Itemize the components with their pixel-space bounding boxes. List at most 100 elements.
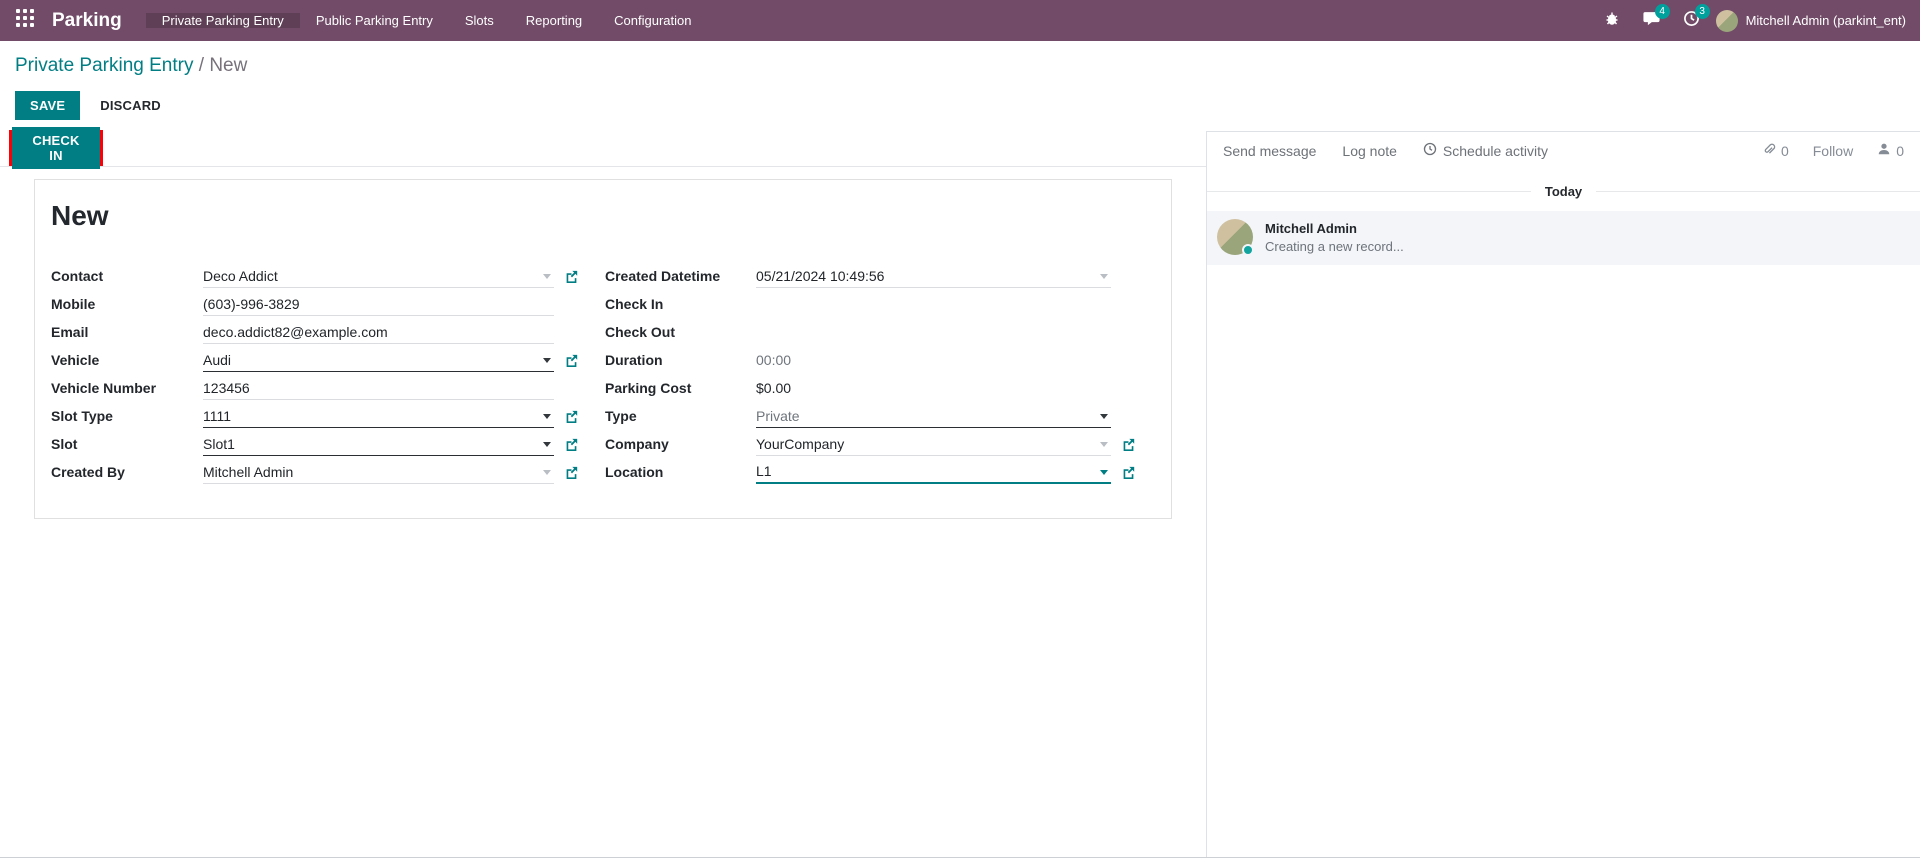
breadcrumb-current: New bbox=[209, 55, 247, 76]
external-link-icon[interactable] bbox=[565, 466, 578, 479]
date-divider-label: Today bbox=[1531, 184, 1596, 199]
check-out-field bbox=[756, 320, 1111, 344]
messages-button[interactable]: 4 bbox=[1636, 0, 1668, 41]
contact-value: Deco Addict bbox=[203, 268, 278, 284]
field-row-email: Email deco.addict82@example.com bbox=[51, 318, 651, 346]
menu-public-parking-entry[interactable]: Public Parking Entry bbox=[300, 13, 449, 28]
discard-button[interactable]: DISCARD bbox=[94, 92, 167, 119]
form-right-column: Created Datetime 05/21/2024 10:49:56 Che… bbox=[605, 262, 1170, 486]
follow-button[interactable]: Follow bbox=[1813, 143, 1853, 159]
field-label-check-in: Check In bbox=[605, 296, 756, 312]
app-menu: Private Parking Entry Public Parking Ent… bbox=[146, 13, 708, 28]
field-label-created-by: Created By bbox=[51, 464, 203, 480]
external-link-icon[interactable] bbox=[565, 438, 578, 451]
external-link-icon[interactable] bbox=[1122, 438, 1135, 451]
chevron-down-icon[interactable] bbox=[543, 358, 551, 363]
field-row-duration: Duration 00:00 bbox=[605, 346, 1170, 374]
field-label-slot-type: Slot Type bbox=[51, 408, 203, 424]
vehicle-number-field[interactable]: 123456 bbox=[203, 376, 554, 400]
created-by-field[interactable]: Mitchell Admin bbox=[203, 460, 554, 484]
chevron-down-icon[interactable] bbox=[543, 414, 551, 419]
schedule-activity-button[interactable]: Schedule activity bbox=[1423, 142, 1548, 159]
apps-grid-icon bbox=[16, 9, 34, 32]
email-field[interactable]: deco.addict82@example.com bbox=[203, 320, 554, 344]
activities-count-badge: 3 bbox=[1695, 4, 1710, 19]
chevron-down-icon[interactable] bbox=[1100, 442, 1108, 447]
top-navbar: Parking Private Parking Entry Public Par… bbox=[0, 0, 1920, 41]
breadcrumb: Private Parking Entry / New bbox=[15, 55, 247, 77]
chevron-down-icon[interactable] bbox=[1100, 414, 1108, 419]
field-row-mobile: Mobile (603)-996-3829 bbox=[51, 290, 651, 318]
company-field[interactable]: YourCompany bbox=[756, 432, 1111, 456]
chevron-down-icon[interactable] bbox=[543, 470, 551, 475]
online-status-dot bbox=[1242, 244, 1254, 256]
field-label-vehicle: Vehicle bbox=[51, 352, 203, 368]
field-row-contact: Contact Deco Addict bbox=[51, 262, 651, 290]
external-link-icon[interactable] bbox=[565, 354, 578, 367]
form-sheet: New Contact Deco Addict Mobile (603)-996… bbox=[34, 179, 1172, 519]
field-label-parking-cost: Parking Cost bbox=[605, 380, 756, 396]
record-title: New bbox=[51, 200, 109, 232]
attachments-button[interactable]: 0 bbox=[1762, 142, 1789, 159]
breadcrumb-parent-link[interactable]: Private Parking Entry bbox=[15, 55, 193, 76]
bug-icon bbox=[1604, 10, 1620, 31]
field-label-mobile: Mobile bbox=[51, 296, 203, 312]
field-row-check-out: Check Out bbox=[605, 318, 1170, 346]
menu-slots[interactable]: Slots bbox=[449, 13, 510, 28]
send-message-button[interactable]: Send message bbox=[1223, 143, 1316, 159]
attachment-count: 0 bbox=[1781, 143, 1789, 159]
chatter-message[interactable]: Mitchell Admin Creating a new record... bbox=[1207, 211, 1920, 265]
parking-cost-field: $0.00 bbox=[756, 376, 1111, 400]
activities-button[interactable]: 3 bbox=[1676, 0, 1708, 41]
field-label-duration: Duration bbox=[605, 352, 756, 368]
field-label-created-datetime: Created Datetime bbox=[605, 268, 756, 284]
created-datetime-field[interactable]: 05/21/2024 10:49:56 bbox=[756, 264, 1111, 288]
app-title[interactable]: Parking bbox=[44, 10, 146, 32]
user-menu[interactable]: Mitchell Admin (parkint_ent) bbox=[1716, 10, 1906, 32]
type-select[interactable]: Private bbox=[756, 404, 1111, 428]
vehicle-value: Audi bbox=[203, 352, 231, 368]
form-left-column: Contact Deco Addict Mobile (603)-996-382… bbox=[51, 262, 651, 486]
slot-field[interactable]: Slot1 bbox=[203, 432, 554, 456]
follower-count: 0 bbox=[1896, 143, 1904, 159]
field-row-check-in: Check In bbox=[605, 290, 1170, 318]
date-divider: Today bbox=[1207, 184, 1920, 199]
messages-count-badge: 4 bbox=[1655, 4, 1670, 19]
field-row-vehicle-number: Vehicle Number 123456 bbox=[51, 374, 651, 402]
company-value: YourCompany bbox=[756, 436, 844, 452]
debug-button[interactable] bbox=[1596, 0, 1628, 41]
external-link-icon[interactable] bbox=[1122, 466, 1135, 479]
external-link-icon[interactable] bbox=[565, 410, 578, 423]
chevron-down-icon[interactable] bbox=[543, 274, 551, 279]
message-author: Mitchell Admin bbox=[1265, 221, 1404, 236]
check-in-field bbox=[756, 292, 1111, 316]
mobile-value: (603)-996-3829 bbox=[203, 296, 300, 312]
breadcrumb-separator: / bbox=[199, 55, 204, 76]
mobile-field[interactable]: (603)-996-3829 bbox=[203, 292, 554, 316]
slot-type-field[interactable]: 1111 bbox=[203, 404, 554, 428]
chevron-down-icon[interactable] bbox=[1100, 274, 1108, 279]
field-label-type: Type bbox=[605, 408, 756, 424]
menu-configuration[interactable]: Configuration bbox=[598, 13, 707, 28]
field-row-company: Company YourCompany bbox=[605, 430, 1170, 458]
field-row-location: Location L1 bbox=[605, 458, 1170, 486]
log-note-button[interactable]: Log note bbox=[1342, 143, 1397, 159]
contact-field[interactable]: Deco Addict bbox=[203, 264, 554, 288]
field-label-contact: Contact bbox=[51, 268, 203, 284]
field-label-slot: Slot bbox=[51, 436, 203, 452]
vehicle-field[interactable]: Audi bbox=[203, 348, 554, 372]
field-label-email: Email bbox=[51, 324, 203, 340]
save-button[interactable]: SAVE bbox=[15, 91, 80, 120]
check-in-button[interactable]: CHECK IN bbox=[12, 127, 100, 169]
menu-reporting[interactable]: Reporting bbox=[510, 13, 598, 28]
followers-button[interactable]: 0 bbox=[1877, 142, 1904, 159]
chevron-down-icon[interactable] bbox=[543, 442, 551, 447]
chevron-down-icon[interactable] bbox=[1100, 470, 1108, 475]
field-label-check-out: Check Out bbox=[605, 324, 756, 340]
created-by-value: Mitchell Admin bbox=[203, 464, 293, 480]
location-field[interactable]: L1 bbox=[756, 460, 1111, 484]
external-link-icon[interactable] bbox=[565, 270, 578, 283]
apps-menu-button[interactable] bbox=[0, 9, 44, 32]
menu-private-parking-entry[interactable]: Private Parking Entry bbox=[146, 13, 300, 28]
schedule-clock-icon bbox=[1423, 142, 1437, 159]
